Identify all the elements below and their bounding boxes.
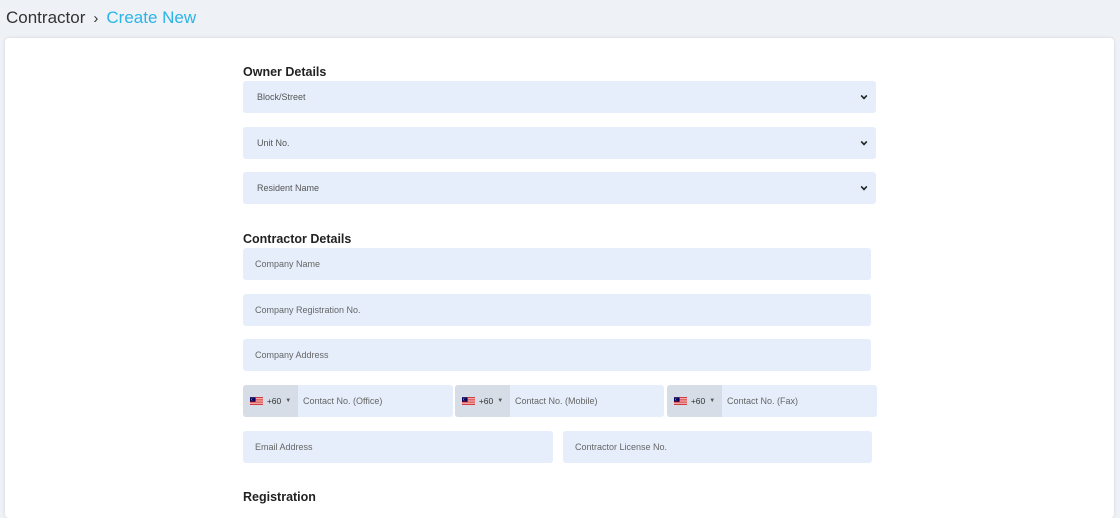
office-phone-input[interactable]: +60 ▼ Contact No. (Office) bbox=[243, 385, 453, 417]
office-country-code-select[interactable]: +60 ▼ bbox=[243, 385, 298, 417]
company-name-placeholder: Company Name bbox=[255, 259, 321, 269]
fax-phone-input[interactable]: +60 ▼ Contact No. (Fax) bbox=[667, 385, 877, 417]
company-registration-input[interactable]: Company Registration No. bbox=[243, 294, 871, 326]
fax-country-code-select[interactable]: +60 ▼ bbox=[667, 385, 722, 417]
office-country-code: +60 bbox=[266, 396, 282, 406]
breadcrumb-contractor-link[interactable]: Contractor bbox=[6, 8, 85, 28]
email-address-input[interactable]: Email Address bbox=[243, 431, 553, 463]
malaysia-flag-icon bbox=[461, 397, 475, 405]
email-address-placeholder: Email Address bbox=[255, 442, 313, 452]
malaysia-flag-icon bbox=[249, 397, 263, 405]
fax-phone-placeholder: Contact No. (Fax) bbox=[727, 396, 799, 406]
office-phone-placeholder: Contact No. (Office) bbox=[303, 396, 383, 406]
company-registration-placeholder: Company Registration No. bbox=[255, 305, 361, 315]
breadcrumb: Contractor › Create New bbox=[6, 8, 196, 28]
mobile-phone-input[interactable]: +60 ▼ Contact No. (Mobile) bbox=[455, 385, 664, 417]
block-street-value: Block/Street bbox=[257, 92, 306, 102]
caret-down-icon: ▼ bbox=[285, 398, 292, 404]
unit-no-value: Unit No. bbox=[257, 138, 290, 148]
chevron-down-icon bbox=[860, 185, 868, 191]
fax-country-code: +60 bbox=[690, 396, 706, 406]
mobile-country-code: +60 bbox=[478, 396, 494, 406]
mobile-phone-placeholder: Contact No. (Mobile) bbox=[515, 396, 598, 406]
company-name-input[interactable]: Company Name bbox=[243, 248, 871, 280]
form-card: Owner Details Block/Street Unit No. Resi… bbox=[5, 38, 1114, 518]
breadcrumb-current: Create New bbox=[106, 8, 197, 27]
registration-heading: Registration bbox=[243, 490, 316, 504]
caret-down-icon: ▼ bbox=[709, 398, 716, 404]
contractor-license-placeholder: Contractor License No. bbox=[575, 442, 668, 452]
resident-name-value: Resident Name bbox=[257, 183, 320, 193]
resident-name-select[interactable]: Resident Name bbox=[243, 172, 876, 204]
contractor-license-input[interactable]: Contractor License No. bbox=[563, 431, 872, 463]
mobile-country-code-select[interactable]: +60 ▼ bbox=[455, 385, 510, 417]
unit-no-select[interactable]: Unit No. bbox=[243, 127, 876, 159]
breadcrumb-separator: › bbox=[93, 9, 99, 27]
company-address-input[interactable]: Company Address bbox=[243, 339, 871, 371]
caret-down-icon: ▼ bbox=[497, 398, 504, 404]
contractor-details-heading: Contractor Details bbox=[243, 232, 352, 246]
chevron-down-icon bbox=[860, 94, 868, 100]
block-street-select[interactable]: Block/Street bbox=[243, 81, 876, 113]
chevron-down-icon bbox=[860, 140, 868, 146]
owner-details-heading: Owner Details bbox=[243, 65, 327, 79]
company-address-placeholder: Company Address bbox=[255, 350, 329, 360]
malaysia-flag-icon bbox=[673, 397, 687, 405]
